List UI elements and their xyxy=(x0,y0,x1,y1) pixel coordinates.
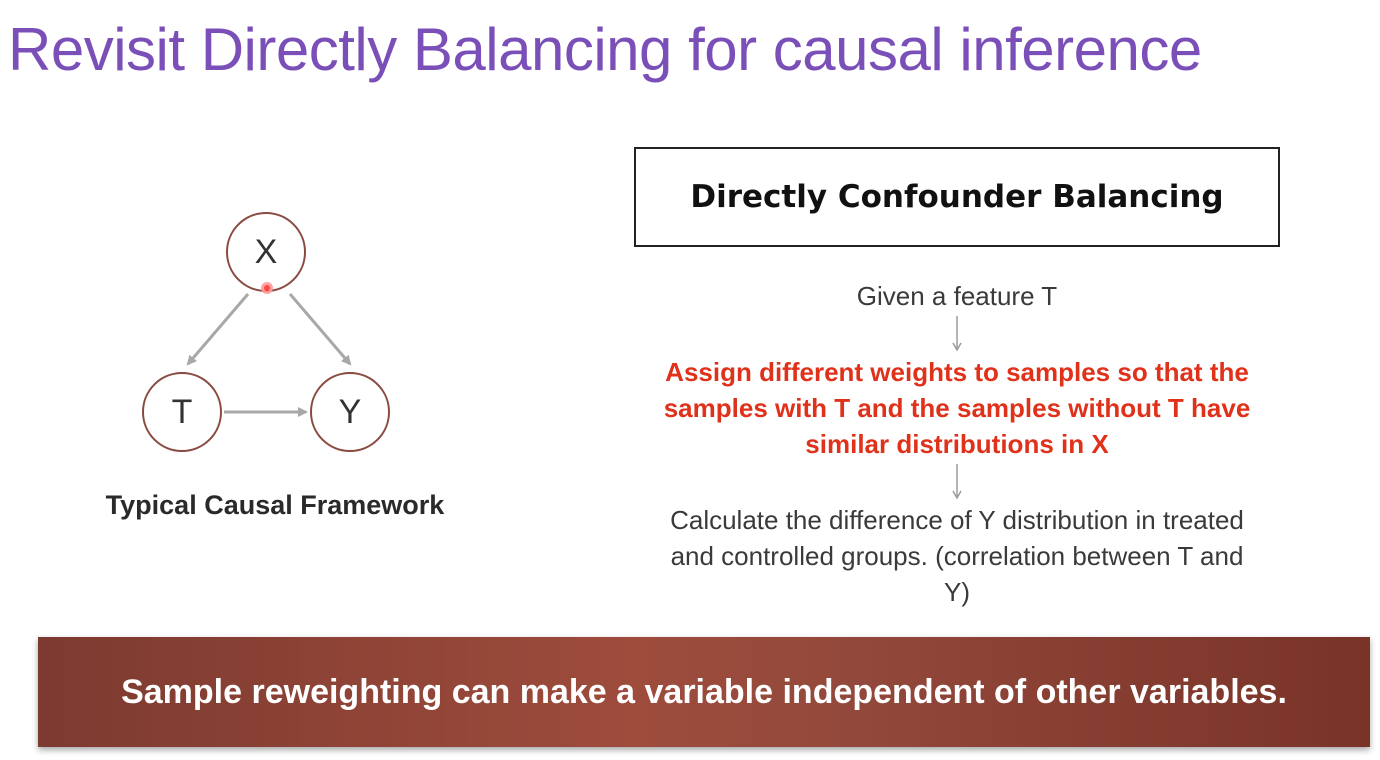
step-assign-weights: Assign different weights to samples so t… xyxy=(663,357,1251,459)
node-y: Y xyxy=(310,372,390,452)
conclusion-banner: Sample reweighting can make a variable i… xyxy=(38,637,1370,747)
edge-x-to-t xyxy=(186,293,250,366)
slide: Revisit Directly Balancing for causal in… xyxy=(0,0,1380,760)
conclusion-text: Sample reweighting can make a variable i… xyxy=(121,673,1287,711)
method-header-box: Directly Confounder Balancing xyxy=(634,147,1280,247)
step-calculate-difference: Calculate the difference of Y distributi… xyxy=(670,505,1244,607)
method-flow: Given a feature T Assign different weigh… xyxy=(634,278,1280,610)
down-arrow-icon xyxy=(952,464,962,500)
laser-pointer-dot xyxy=(261,282,273,294)
slide-title: Revisit Directly Balancing for causal in… xyxy=(8,16,1202,83)
diagram-caption: Typical Causal Framework xyxy=(105,490,445,520)
step-given: Given a feature T xyxy=(856,281,1058,311)
method-header-text: Directly Confounder Balancing xyxy=(690,179,1224,215)
down-arrow-icon xyxy=(952,316,962,352)
node-x: X xyxy=(226,212,306,292)
node-t: T xyxy=(142,372,222,452)
edge-x-to-y xyxy=(288,293,352,366)
causal-diagram: X T Y xyxy=(120,200,420,470)
